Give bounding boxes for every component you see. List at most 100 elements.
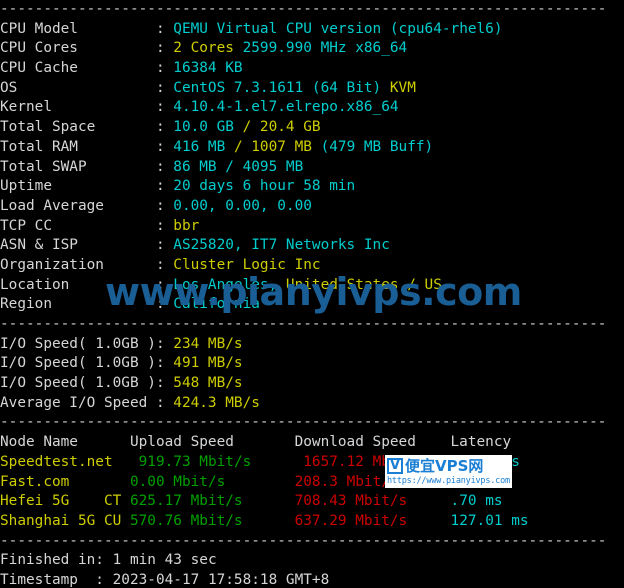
sysinfo-label: CPU Cores :: [0, 40, 174, 57]
value-segment: 548 MB/s: [173, 375, 243, 392]
sysinfo-row: Organization : Cluster Logic Inc: [0, 256, 624, 276]
speedtest-header-row: Node Name Upload Speed Download Speed La…: [0, 433, 624, 453]
speedtest-row: Speedtest.net 919.73 Mbit/s 1657.12 Mbit…: [0, 453, 624, 473]
sysinfo-row: Region : California: [0, 295, 624, 315]
logo-url: https://www.pianyivps.com: [387, 476, 510, 486]
sysinfo-label: Uptime :: [0, 178, 174, 195]
value-segment: Los Angeles,: [173, 276, 286, 293]
sysinfo-label: Location :: [0, 276, 174, 293]
value-segment: 2023-04-17 17:58:18 GMT+8: [112, 571, 330, 588]
value-segment: 16384 KB: [173, 60, 243, 77]
value-segment: Fast.com: [0, 473, 104, 490]
sysinfo-row: Location : Los Angeles, United States / …: [0, 276, 624, 296]
sysinfo-label: CPU Cache :: [0, 60, 174, 77]
value-segment: 570.76 Mbit/s: [129, 512, 295, 529]
speedtest-row: Fast.com 0.00 Mbit/s 208.3 Mbit/s: [0, 473, 624, 493]
value-segment: 10.0 GB: [173, 119, 243, 136]
sysinfo-row: Total RAM : 416 MB / 1007 MB (479 MB Buf…: [0, 138, 624, 158]
separator-footer: ----------------------------------------…: [0, 532, 607, 549]
separator-speedtest: ----------------------------------------…: [0, 414, 607, 431]
sysinfo-label: Total RAM :: [0, 138, 174, 155]
footer-row: Finished in: 1 min 43 sec: [0, 551, 624, 571]
speedtest-block: Node Name Upload Speed Download Speed La…: [0, 433, 624, 531]
value-segment: Node Name Upload Speed Download Speed La…: [0, 434, 512, 451]
iospeed-row: Average I/O Speed : 424.3 MB/s: [0, 394, 624, 414]
sysinfo-label: Region :: [0, 296, 174, 313]
value-segment: 491 MB/s: [173, 355, 243, 372]
sysinfo-label: Kernel :: [0, 99, 174, 116]
value-segment: Speedtest.net: [0, 453, 113, 470]
value-segment: 416 MB: [173, 138, 234, 155]
value-segment: 0.00 Mbit/s: [129, 473, 295, 490]
value-segment: 2 Cores: [173, 40, 243, 57]
value-segment: California: [173, 296, 260, 313]
sysinfo-row: Total SWAP : 86 MB / 4095 MB: [0, 158, 624, 178]
v-mark-icon: V: [387, 458, 403, 474]
value-segment: 637.29 Mbit/s: [294, 512, 451, 529]
sysinfo-row: Load Average : 0.00, 0.00, 0.00: [0, 197, 624, 217]
value-segment: 2599.990 MHz x86_64: [242, 40, 408, 57]
sysinfo-label: Load Average :: [0, 197, 174, 214]
separator-top: ----------------------------------------…: [0, 1, 607, 17]
iospeed-label: I/O Speed( 1.0GB ):: [0, 335, 174, 352]
sysinfo-label: Organization :: [0, 256, 174, 273]
value-segment: 20 days 6 hour 58 min: [173, 178, 356, 195]
value-segment: [104, 474, 130, 490]
value-segment: CentOS 7.3.1611 (64 Bit): [173, 79, 390, 96]
logo-title: 便宜VPS网: [405, 457, 484, 475]
value-segment: [113, 454, 139, 470]
pianyivps-logo-badge: V 便宜VPS网 https://www.pianyivps.com: [385, 455, 512, 488]
value-segment: 4.10.4-1.el7.elrepo.x86_64: [173, 99, 399, 116]
value-segment: CU: [103, 512, 130, 529]
footer-label: Timestamp :: [0, 571, 113, 588]
footer-label: Finished in:: [0, 552, 113, 569]
terminal-window: ----------------------------------------…: [0, 0, 624, 588]
value-segment: 1 min 43 sec: [112, 552, 217, 569]
value-segment: 424.3 MB/s: [173, 394, 260, 411]
value-segment: CT: [103, 493, 130, 510]
value-segment: / 20.4 GB: [242, 119, 321, 136]
footer-block: Finished in: 1 min 43 sec Timestamp : 202…: [0, 551, 624, 588]
iospeed-label: I/O Speed( 1.0GB ):: [0, 375, 174, 392]
sysinfo-label: TCP CC :: [0, 217, 174, 234]
iospeed-label: I/O Speed( 1.0GB ):: [0, 355, 174, 372]
value-segment: QEMU Virtual CPU version (cpu64-rhel6): [173, 20, 503, 37]
sysinfo-label: OS :: [0, 79, 174, 96]
sysinfo-row: CPU Model : QEMU Virtual CPU version (cp…: [0, 20, 624, 40]
value-segment: 625.17 Mbit/s: [129, 493, 295, 510]
speedtest-row: Shanghai 5G CU 570.76 Mbit/s 637.29 Mbit…: [0, 512, 624, 532]
sysinfo-row: CPU Cores : 2 Cores 2599.990 MHz x86_64: [0, 39, 624, 59]
value-segment: Hefei 5G: [0, 493, 104, 510]
value-segment: United States / US: [285, 276, 442, 293]
value-segment: Shanghai 5G: [0, 512, 104, 529]
value-segment: KVM: [389, 79, 416, 96]
sysinfo-label: ASN & ISP :: [0, 237, 174, 254]
value-segment: Cluster Logic Inc: [173, 256, 321, 273]
sysinfo-label: Total Space :: [0, 119, 174, 136]
sysinfo-row: Total Space : 10.0 GB / 20.4 GB: [0, 118, 624, 138]
footer-row: Timestamp : 2023-04-17 17:58:18 GMT+8: [0, 571, 624, 588]
value-segment: 234 MB/s: [173, 335, 243, 352]
sysinfo-row: Uptime : 20 days 6 hour 58 min: [0, 177, 624, 197]
sysinfo-row: Kernel : 4.10.4-1.el7.elrepo.x86_64: [0, 98, 624, 118]
value-segment: 86 MB / 4095 MB: [173, 158, 304, 175]
value-segment: 127.01 ms: [450, 512, 529, 529]
io-speed-block: I/O Speed( 1.0GB ): 234 MB/s I/O Speed( 1…: [0, 335, 624, 414]
value-segment: 708.43 Mbit/s: [294, 493, 451, 510]
speedtest-row: Hefei 5G CT 625.17 Mbit/s 708.43 Mbit/s …: [0, 492, 624, 512]
system-info-block: CPU Model : QEMU Virtual CPU version (cp…: [0, 20, 624, 315]
sysinfo-label: CPU Model :: [0, 20, 174, 37]
sysinfo-row: TCP CC : bbr: [0, 217, 624, 237]
iospeed-row: I/O Speed( 1.0GB ): 234 MB/s: [0, 335, 624, 355]
value-segment: AS25820, IT7 Networks Inc: [173, 237, 390, 254]
value-segment: / 1007 MB: [233, 138, 321, 155]
sysinfo-row: ASN & ISP : AS25820, IT7 Networks Inc: [0, 236, 624, 256]
sysinfo-row: OS : CentOS 7.3.1611 (64 Bit) KVM: [0, 79, 624, 99]
value-segment: 0.00, 0.00, 0.00: [173, 197, 312, 214]
iospeed-row: I/O Speed( 1.0GB ): 548 MB/s: [0, 374, 624, 394]
sysinfo-label: Total SWAP :: [0, 158, 174, 175]
sysinfo-row: CPU Cache : 16384 KB: [0, 59, 624, 79]
value-segment: bbr: [173, 217, 200, 234]
value-segment: 919.73 Mbit/s: [138, 453, 304, 470]
value-segment: .70 ms: [450, 493, 503, 510]
